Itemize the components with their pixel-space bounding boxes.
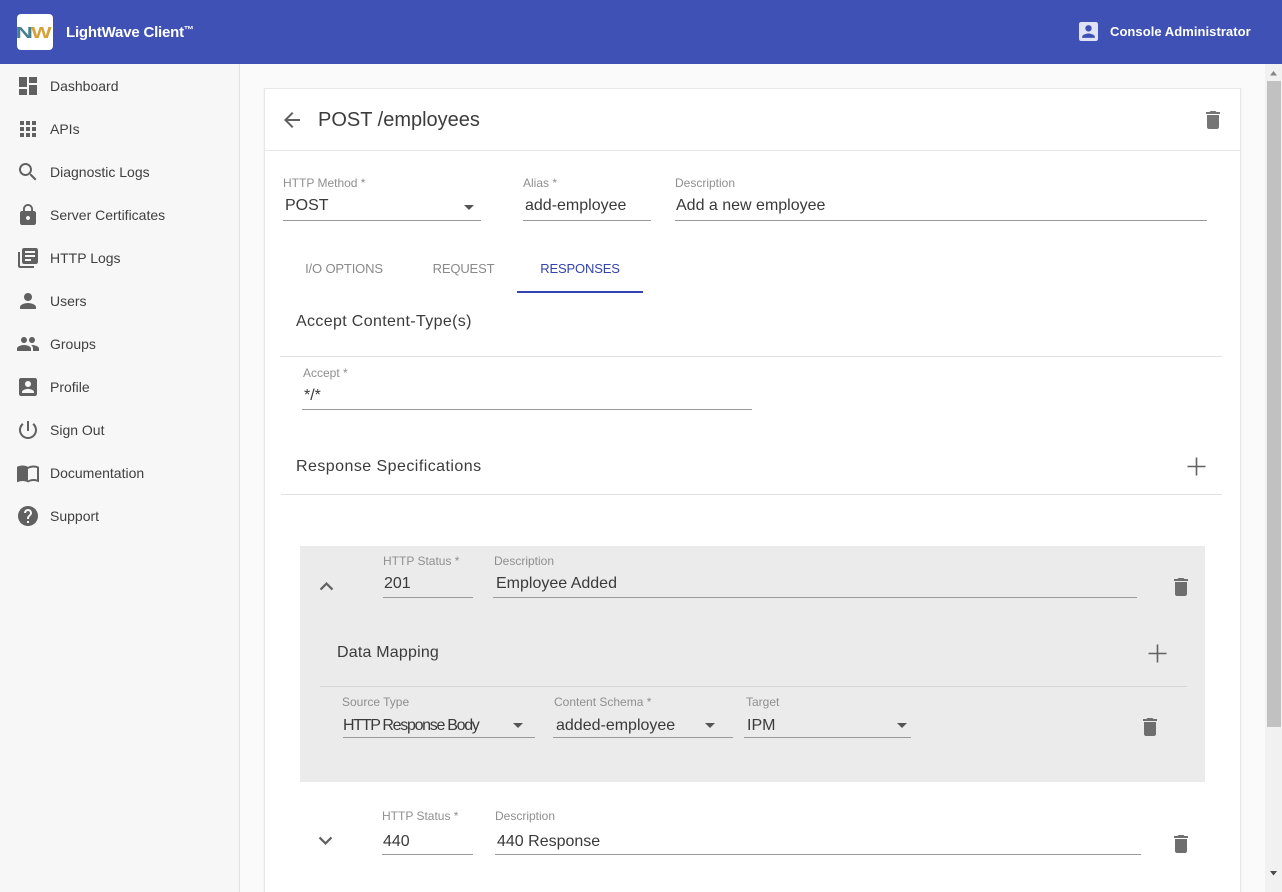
svg-text:W: W: [31, 25, 53, 42]
